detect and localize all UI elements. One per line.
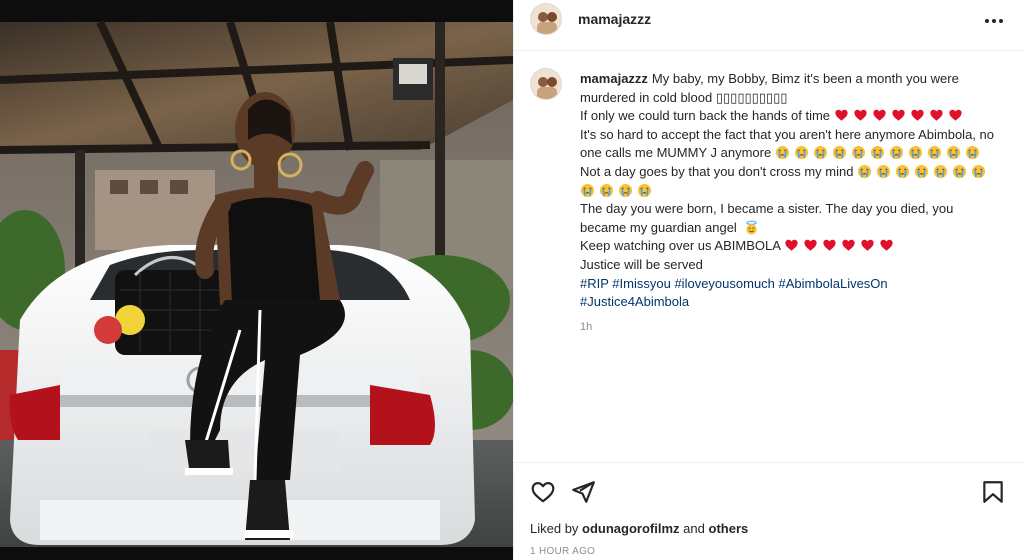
caption-username[interactable]: mamajazzz [580,71,648,86]
post-details-panel: mamajazzz mamajazzz My baby, my Bobby, Bi… [513,0,1024,560]
sob-emoji-group [775,145,984,160]
like-button[interactable] [530,479,556,505]
crying-face-emoji-icon [870,146,884,160]
caption-line-7: Justice will be served [580,256,703,272]
liked-by-user-link[interactable]: odunagorofilmz [582,521,680,536]
red-heart-emoji-icon [861,240,874,252]
avatar-image-icon [531,4,561,34]
heart-emoji-group [784,238,898,253]
red-heart-emoji-icon [892,109,905,121]
crying-face-emoji-icon [889,146,903,160]
crying-face-emoji-icon [794,146,808,160]
dot [985,19,989,23]
hashtags-line-1: #RIP #Imissyou #iloveyousomuch #Abimbola… [580,275,1000,294]
red-heart-emoji-icon [823,240,836,252]
caption-line-4: Not a day goes by that you don't cross m… [580,163,1000,200]
dot [999,19,1003,23]
crying-face-emoji-icon [832,146,846,160]
angel-emoji-icon [746,220,758,235]
liked-by-prefix: Liked by [530,521,579,536]
hashtag-abimbolaliveson[interactable]: #AbimbolaLivesOn [779,276,888,291]
crying-face-emoji-icon [908,146,922,160]
heart-outline-icon [531,482,555,503]
post-photo[interactable] [0,0,513,560]
post-timestamp: 1 HOUR AGO [530,546,596,557]
crying-face-emoji-icon [953,164,967,179]
crying-face-emoji-icon [813,146,827,160]
crying-face-emoji-icon [599,183,614,197]
crying-face-emoji-icon [877,164,891,179]
caption-line-5: The day you were born, I became a sister… [580,200,1000,237]
red-heart-emoji-icon [804,240,817,252]
post-header: mamajazzz [514,0,1024,51]
caption-line-4-text: Not a day goes by that you don't cross m… [580,163,854,179]
caption-relative-time: 1h [580,320,593,333]
caption-text: mamajazzz My baby, my Bobby, Bimz it's be… [580,70,1000,336]
crying-face-emoji-icon [858,164,872,179]
hashtag-rip[interactable]: #RIP [580,276,609,291]
red-heart-emoji-icon [880,240,893,252]
red-heart-emoji-icon [911,109,924,121]
avatar[interactable] [530,3,562,35]
heart-emoji-group [834,108,967,123]
more-options-icon[interactable] [980,10,1008,32]
crying-face-emoji-icon [851,146,865,160]
crying-face-emoji-icon [896,164,910,179]
actions-bar: Liked by odunagorofilmz and others 1 HOU… [514,462,1024,560]
hashtags-line-2: #Justice4Abimbola [580,293,1000,312]
photo-illustration [0,0,513,560]
caption-line-2-text: If only we could turn back the hands of … [580,108,831,124]
caption-line-3: It's so hard to accept the fact that you… [580,126,1000,163]
hashtag-iloveyousomuch[interactable]: #iloveyousomuch [674,276,774,291]
save-button[interactable] [980,479,1006,505]
dot [992,19,996,23]
crying-face-emoji-icon [972,164,986,179]
bookmark-icon [983,481,1003,503]
share-button[interactable] [570,479,596,505]
crying-face-emoji-icon [927,146,941,160]
avatar-image-icon [531,69,561,99]
crying-face-emoji-icon [965,146,979,160]
crying-face-emoji-icon [915,164,929,179]
crying-face-emoji-icon [946,146,960,160]
caption-line-2: If only we could turn back the hands of … [580,107,1000,126]
red-heart-emoji-icon [930,109,943,121]
crying-face-emoji-icon [934,164,948,179]
paper-plane-icon [572,481,595,503]
red-heart-emoji-icon [873,109,886,121]
caption-avatar[interactable] [530,68,562,100]
liked-by-text: Liked by odunagorofilmz and others [530,521,748,536]
liked-by-others-link[interactable]: others [709,521,749,536]
crying-face-emoji-icon [618,183,633,197]
crying-face-emoji-icon [637,183,652,197]
caption-line-1: mamajazzz My baby, my Bobby, Bimz it's be… [580,71,959,105]
red-heart-emoji-icon [949,109,962,121]
hashtag-justice4abimbola[interactable]: #Justice4Abimbola [580,294,689,309]
crying-face-emoji-icon [580,183,595,197]
crying-face-emoji-icon [775,146,789,160]
red-heart-emoji-icon [842,240,855,252]
red-heart-emoji-icon [785,240,798,252]
caption-line-6-text: Keep watching over us ABIMBOLA [580,238,781,254]
hashtag-imissyou[interactable]: #Imissyou [612,276,671,291]
header-username[interactable]: mamajazzz [578,11,651,27]
liked-by-joiner: and [683,521,705,536]
caption-area: mamajazzz My baby, my Bobby, Bimz it's be… [514,52,1024,462]
caption-line-6: Keep watching over us ABIMBOLA [580,237,1000,256]
caption-line-5-text: The day you were born, I became a sister… [580,201,954,235]
red-heart-emoji-icon [854,109,867,121]
red-heart-emoji-icon [835,109,848,121]
